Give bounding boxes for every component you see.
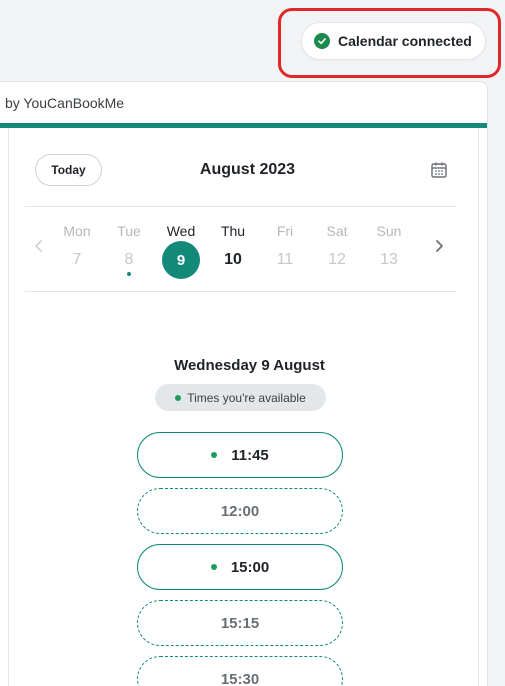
available-dot-icon bbox=[211, 452, 218, 458]
selected-date[interactable]: 9 bbox=[162, 241, 200, 279]
toast-label: Calendar connected bbox=[338, 33, 472, 49]
day-sat: Sat 12 bbox=[317, 223, 357, 271]
weekday-label: Fri bbox=[276, 223, 294, 239]
calendar-connected-toast: Calendar connected bbox=[301, 22, 486, 60]
slot-time: 15:00 bbox=[230, 558, 270, 576]
booking-card: by YouCanBookMe Today August 2023 Mon 7 … bbox=[0, 81, 488, 686]
day-thu[interactable]: Thu 10 bbox=[213, 223, 253, 271]
availability-label: Times you're available bbox=[187, 390, 306, 405]
day-mon: Mon 7 bbox=[57, 223, 97, 271]
calendar-icon[interactable] bbox=[430, 161, 448, 179]
slot-time: 15:15 bbox=[220, 614, 260, 632]
chevron-right-icon[interactable] bbox=[431, 238, 447, 254]
chevron-left-icon[interactable] bbox=[31, 238, 47, 254]
check-circle-icon bbox=[314, 33, 330, 49]
selected-date-heading: Wednesday 9 August bbox=[174, 357, 325, 374]
weekday-label: Tue bbox=[117, 223, 141, 239]
date-number: 10 bbox=[224, 251, 242, 268]
weekday-label: Wed bbox=[166, 223, 196, 239]
date-number: 7 bbox=[72, 251, 82, 268]
weekday-label: Thu bbox=[220, 223, 246, 239]
month-title: August 2023 bbox=[199, 161, 296, 178]
day-tue[interactable]: Tue 8 bbox=[109, 223, 149, 276]
slot-time: 15:30 bbox=[220, 670, 260, 686]
week-strip: Mon 7 Tue 8 Wed 9 Thu 10 Fri 11 Sat 12 S… bbox=[57, 223, 422, 283]
day-wed[interactable]: Wed 9 bbox=[161, 223, 201, 279]
weekday-label: Sat bbox=[326, 223, 348, 239]
available-dot-icon bbox=[175, 394, 182, 401]
date-number: 13 bbox=[380, 251, 398, 268]
booking-panel: Today August 2023 Mon 7 Tue 8 Wed 9 Thu … bbox=[8, 128, 479, 686]
availability-dot bbox=[127, 272, 131, 276]
slot-time: 11:45 bbox=[231, 446, 269, 464]
day-sun: Sun 13 bbox=[369, 223, 409, 271]
date-number: 11 bbox=[276, 251, 294, 268]
time-slot[interactable]: 15:00 bbox=[137, 544, 343, 590]
card-header: by YouCanBookMe bbox=[0, 82, 487, 128]
weekday-label: Sun bbox=[376, 223, 402, 239]
day-fri: Fri 11 bbox=[265, 223, 305, 271]
divider bbox=[25, 291, 456, 292]
time-slot[interactable]: 15:15 bbox=[137, 600, 343, 646]
time-slot[interactable]: 15:30 bbox=[137, 656, 343, 686]
divider bbox=[25, 206, 456, 207]
available-dot-icon bbox=[210, 564, 217, 570]
slot-time: 12:00 bbox=[220, 502, 260, 520]
date-number: 12 bbox=[328, 251, 346, 268]
header-text: by YouCanBookMe bbox=[5, 94, 125, 111]
availability-legend: Times you're available bbox=[155, 384, 326, 411]
date-number: 8 bbox=[124, 251, 134, 268]
weekday-label: Mon bbox=[63, 223, 91, 239]
time-slot[interactable]: 11:45 bbox=[137, 432, 343, 478]
time-slot[interactable]: 12:00 bbox=[137, 488, 343, 534]
